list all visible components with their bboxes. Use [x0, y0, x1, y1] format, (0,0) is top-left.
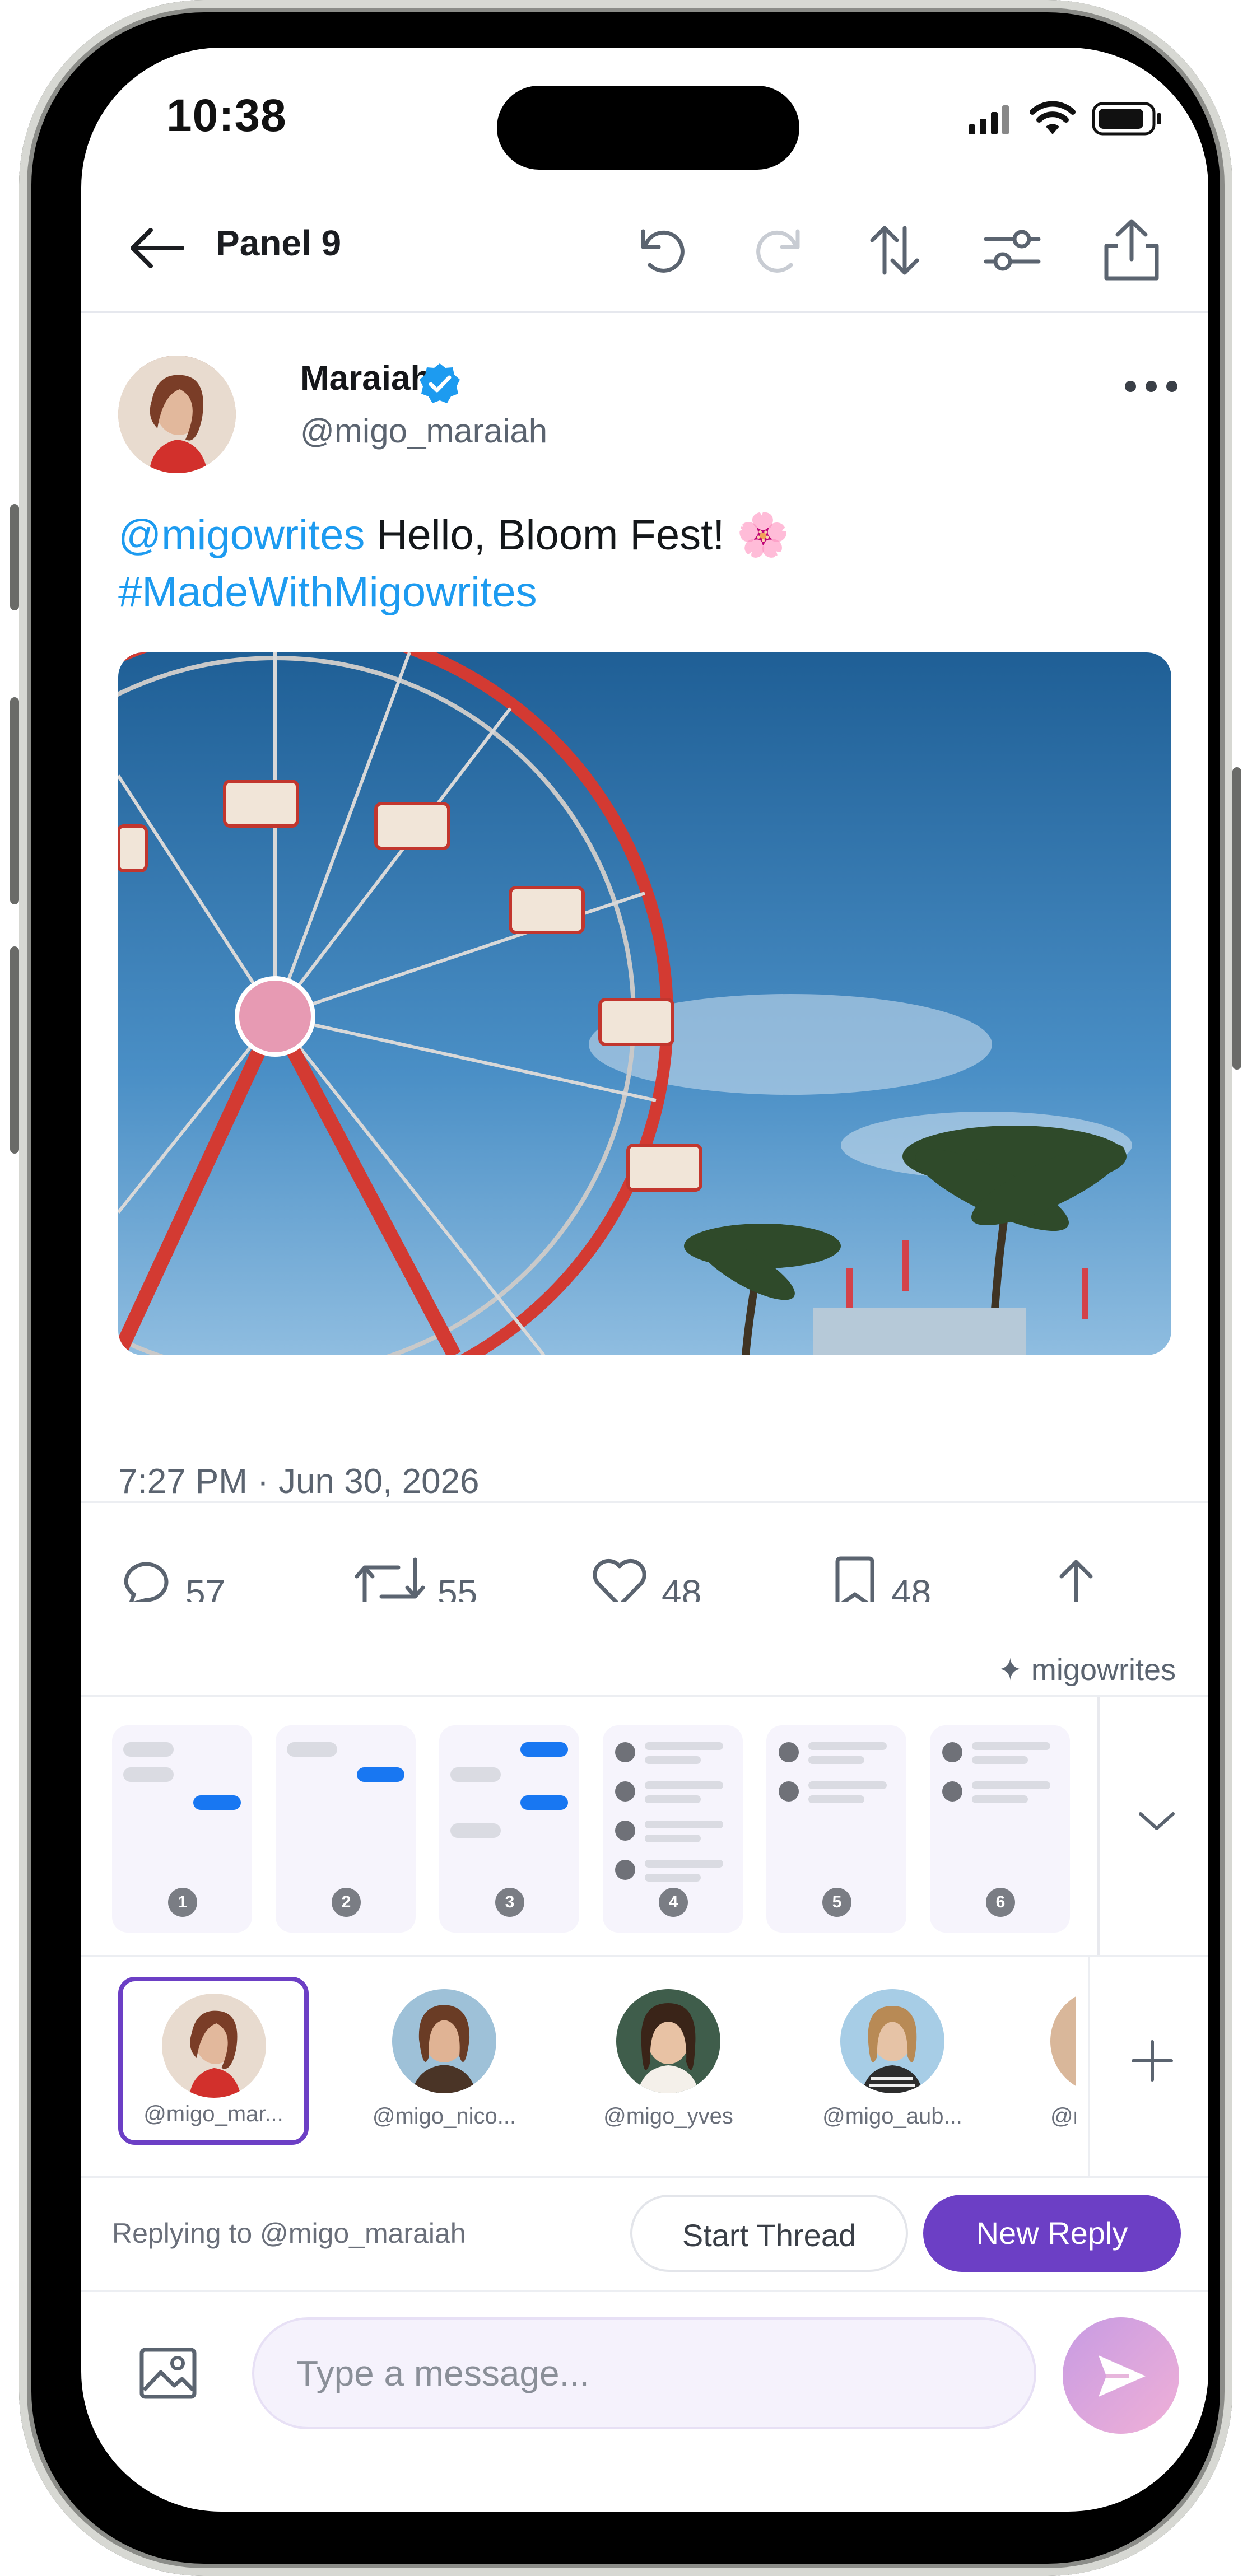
send-paper-plane-icon: [1099, 2355, 1146, 2397]
account-handle: @migo_aub...: [822, 2104, 962, 2129]
start-thread-button[interactable]: Start Thread: [630, 2195, 908, 2272]
layout-number: 3: [495, 1888, 524, 1917]
mute-switch: [10, 504, 19, 610]
image-attach-icon[interactable]: [137, 2345, 199, 2401]
page-title: Panel 9: [216, 223, 342, 263]
bookmark-count: 48: [891, 1572, 932, 1602]
author-name: Maraiah: [300, 359, 432, 398]
volume-up-button: [10, 697, 19, 904]
message-composer: Type a message...: [81, 2292, 1208, 2434]
send-button[interactable]: [1063, 2317, 1179, 2434]
status-time: 10:38: [166, 90, 287, 141]
author-handle[interactable]: @migo_maraiah: [300, 412, 547, 450]
reply-count: 57: [185, 1572, 226, 1602]
layout-number: 4: [659, 1888, 688, 1917]
sort-icon[interactable]: [865, 221, 924, 279]
avatar: [840, 1989, 944, 2093]
chat-bubble-mark: [520, 1795, 568, 1810]
layout-card-4[interactable]: 4: [603, 1725, 743, 1933]
layout-number: 5: [822, 1888, 851, 1917]
message-input[interactable]: Type a message...: [252, 2317, 1036, 2429]
watermark-brand: ✦ migowrites: [997, 1653, 1176, 1687]
divider: [1088, 1957, 1090, 2176]
layout-templates-strip: 1 2 3 4 5 6: [81, 1697, 1208, 1955]
screen: 10:38 Panel 9 Maraiah @migo_maraiah @mig…: [81, 48, 1208, 2512]
share-icon[interactable]: [1101, 216, 1162, 283]
battery-icon: [1092, 102, 1161, 136]
post-timestamp: 7:27 PM · Jun 30, 2026: [118, 1462, 480, 1501]
account-item[interactable]: @migo_yves: [573, 1989, 764, 2157]
layout-number: 6: [986, 1888, 1015, 1917]
chat-bubble-mark: [357, 1767, 404, 1782]
ferris-wheel-image: [118, 652, 1171, 1355]
wifi-icon: [1030, 101, 1076, 134]
account-handle: @migo_mar...: [143, 2102, 283, 2126]
account-item-selected[interactable]: @migo_mar...: [118, 1977, 309, 2145]
like-action[interactable]: 48: [589, 1554, 701, 1602]
filter-sliders-icon[interactable]: [981, 221, 1043, 279]
redo-icon[interactable]: [750, 221, 808, 279]
account-handle: @migo_yves: [603, 2104, 733, 2129]
status-bar: 10:38: [81, 48, 1208, 193]
layout-number: 1: [168, 1888, 197, 1917]
account-handle: @mi: [1050, 2104, 1076, 2129]
chat-bubble-mark: [193, 1795, 241, 1810]
accounts-row: @migo_mar... @migo_nico... @migo_yves @m…: [81, 1957, 1208, 2176]
heart-icon: [593, 1558, 646, 1602]
divider: [81, 1501, 1208, 1503]
author-avatar[interactable]: [118, 356, 236, 473]
layout-card-3[interactable]: 3: [439, 1725, 579, 1933]
engagement-actions: 57 55 48 48: [118, 1554, 1175, 1602]
back-arrow-icon[interactable]: [126, 226, 188, 270]
reply-bar: Replying to @migo_maraiah Start Thread N…: [81, 2178, 1208, 2290]
share-post-action[interactable]: [1048, 1554, 1104, 1602]
post-image[interactable]: [118, 652, 1171, 1355]
bookmark-icon: [835, 1556, 874, 1602]
account-item-partial[interactable]: @mi: [1050, 1989, 1076, 2168]
status-icons: [969, 101, 1163, 137]
retweet-icon: [355, 1557, 425, 1602]
avatar-person-image: [118, 356, 236, 473]
chat-bubble-mark: [520, 1742, 568, 1757]
bookmark-action[interactable]: 48: [830, 1554, 931, 1602]
layout-card-5[interactable]: 5: [766, 1725, 906, 1933]
account-item[interactable]: @migo_aub...: [797, 1989, 988, 2157]
layout-number: 2: [332, 1888, 361, 1917]
layout-card-2[interactable]: 2: [276, 1725, 416, 1933]
reply-action[interactable]: 57: [118, 1554, 225, 1602]
account-item[interactable]: @migo_nico...: [349, 1989, 539, 2157]
avatar: [392, 1989, 496, 2093]
share-up-icon: [1059, 1560, 1093, 1602]
dynamic-island: [497, 86, 799, 170]
reply-bubble-icon: [124, 1562, 169, 1602]
chevron-down-icon[interactable]: [1137, 1809, 1176, 1832]
retweet-action[interactable]: 55: [353, 1554, 477, 1602]
account-handle: @migo_nico...: [372, 2104, 516, 2129]
post-message: Hello, Bloom Fest! 🌸: [376, 511, 790, 559]
replying-to-label: Replying to @migo_maraiah: [112, 2218, 466, 2249]
like-count: 48: [662, 1572, 702, 1602]
avatar: [616, 1989, 720, 2093]
signal-icon: [969, 105, 1009, 134]
post-text: @migowrites Hello, Bloom Fest! 🌸 #MadeWi…: [118, 507, 789, 621]
add-account-plus-icon[interactable]: [1130, 2038, 1175, 2083]
layout-card-6[interactable]: 6: [930, 1725, 1070, 1933]
phone-frame: 10:38 Panel 9 Maraiah @migo_maraiah @mig…: [10, 0, 1241, 2576]
mention-link[interactable]: @migowrites: [118, 511, 365, 559]
avatar: [162, 1994, 266, 2098]
top-toolbar: Panel 9: [81, 182, 1208, 313]
hashtag-link[interactable]: #MadeWithMigowrites: [118, 568, 537, 616]
avatar: [1050, 1989, 1076, 2093]
more-options-icon[interactable]: [1120, 375, 1182, 398]
verified-badge-icon: [420, 363, 460, 403]
power-button: [1232, 767, 1241, 1070]
new-reply-button[interactable]: New Reply: [923, 2195, 1181, 2272]
layout-card-1[interactable]: 1: [112, 1725, 252, 1933]
volume-down-button: [10, 946, 19, 1154]
divider: [1097, 1697, 1100, 1955]
retweet-count: 55: [437, 1572, 478, 1602]
undo-icon[interactable]: [633, 221, 691, 279]
